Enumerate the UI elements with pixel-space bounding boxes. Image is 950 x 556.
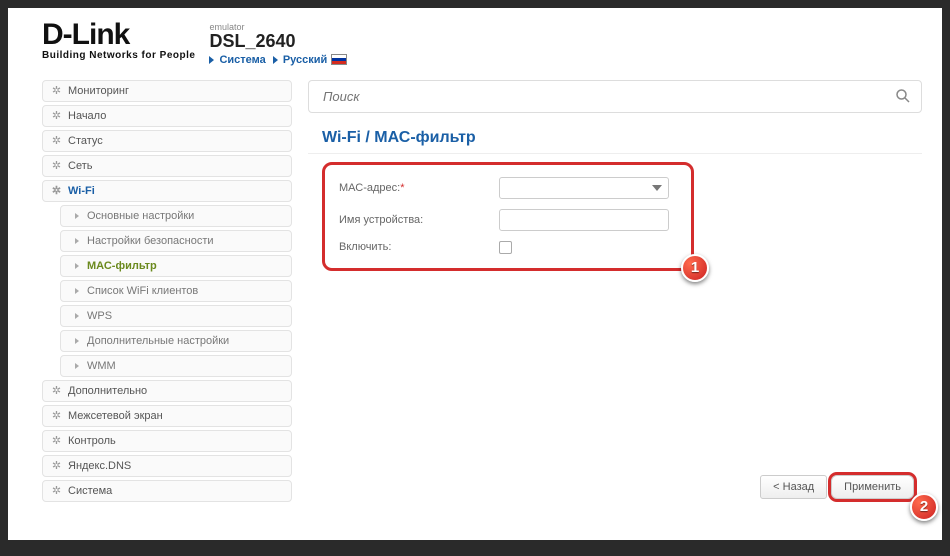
gear-icon: ✲ bbox=[51, 485, 62, 496]
back-button[interactable]: < Назад bbox=[760, 475, 827, 499]
enable-label: Включить: bbox=[339, 241, 499, 253]
enable-checkbox[interactable] bbox=[499, 241, 512, 254]
sidebar-sub-security[interactable]: Настройки безопасности bbox=[60, 230, 292, 252]
sidebar-item-label: Начало bbox=[68, 110, 106, 122]
annotation-badge-1: 1 bbox=[681, 254, 709, 282]
header: D-Link Building Networks for People emul… bbox=[18, 14, 932, 74]
gear-icon: ✲ bbox=[51, 135, 62, 146]
chevron-right-icon bbox=[75, 213, 79, 219]
apply-button[interactable]: Применить bbox=[831, 475, 914, 499]
sidebar-sub-mac-filter[interactable]: МАС-фильтр bbox=[60, 255, 292, 277]
sidebar-item-system[interactable]: ✲ Система bbox=[42, 480, 292, 502]
sidebar-item-label: Настройки безопасности bbox=[87, 235, 214, 247]
sidebar-item-wifi[interactable]: ✲ Wi-Fi bbox=[42, 180, 292, 202]
mac-address-select[interactable] bbox=[499, 177, 669, 199]
gear-icon: ✲ bbox=[51, 160, 62, 171]
sidebar-sub-wmm[interactable]: WMM bbox=[60, 355, 292, 377]
search-icon[interactable] bbox=[895, 88, 911, 104]
chevron-right-icon bbox=[75, 238, 79, 244]
sidebar-item-label: Дополнительно bbox=[68, 385, 147, 397]
logo-tagline: Building Networks for People bbox=[42, 50, 195, 61]
sidebar-item-label: Дополнительные настройки bbox=[87, 335, 229, 347]
sidebar-item-label: Межсетевой экран bbox=[68, 410, 163, 422]
sidebar-sub-basic[interactable]: Основные настройки bbox=[60, 205, 292, 227]
gear-icon: ✲ bbox=[51, 435, 62, 446]
sidebar-item-label: Яндекс.DNS bbox=[68, 460, 131, 472]
gear-icon: ✲ bbox=[51, 110, 62, 121]
chevron-right-icon bbox=[209, 56, 214, 64]
sidebar-item-label: Система bbox=[68, 485, 112, 497]
chevron-right-icon bbox=[75, 313, 79, 319]
sidebar-item-label: Список WiFi клиентов bbox=[87, 285, 198, 297]
search-bar bbox=[308, 80, 922, 113]
crumb-system[interactable]: Система bbox=[219, 54, 265, 66]
gear-icon: ✲ bbox=[51, 385, 62, 396]
sidebar-item-label: Мониторинг bbox=[68, 85, 129, 97]
sidebar-item-advanced[interactable]: ✲ Дополнительно bbox=[42, 380, 292, 402]
sidebar-item-label: WPS bbox=[87, 310, 112, 322]
sidebar-item-status[interactable]: ✲ Статус bbox=[42, 130, 292, 152]
sidebar-item-control[interactable]: ✲ Контроль bbox=[42, 430, 292, 452]
logo-text: D-Link bbox=[42, 20, 195, 50]
model-name: DSL_2640 bbox=[209, 32, 347, 52]
chevron-down-icon bbox=[652, 185, 662, 191]
footer-buttons: < Назад Применить 2 bbox=[760, 475, 914, 499]
chevron-right-icon bbox=[75, 263, 79, 269]
main-content: Wi-Fi / МАС-фильтр МАС-адрес:* Имя устро… bbox=[308, 80, 922, 505]
chevron-right-icon bbox=[273, 56, 278, 64]
search-input[interactable] bbox=[309, 81, 921, 112]
sidebar-item-label: Контроль bbox=[68, 435, 116, 447]
sidebar-item-label: Сеть bbox=[68, 160, 92, 172]
page-title: Wi-Fi / МАС-фильтр bbox=[308, 125, 922, 154]
sidebar-item-start[interactable]: ✲ Начало bbox=[42, 105, 292, 127]
sidebar-item-label: Wi-Fi bbox=[68, 185, 95, 197]
sidebar-item-label: WMM bbox=[87, 360, 116, 372]
breadcrumb: Система Русский bbox=[209, 54, 347, 66]
flag-ru-icon[interactable] bbox=[331, 54, 347, 65]
mac-filter-form: МАС-адрес:* Имя устройства: Включить: bbox=[322, 162, 694, 271]
gear-icon: ✲ bbox=[51, 85, 62, 96]
sidebar-item-yandexdns[interactable]: ✲ Яндекс.DNS bbox=[42, 455, 292, 477]
chevron-right-icon bbox=[75, 288, 79, 294]
annotation-badge-2: 2 bbox=[910, 493, 938, 521]
device-name-label: Имя устройства: bbox=[339, 214, 499, 226]
sidebar-item-firewall[interactable]: ✲ Межсетевой экран bbox=[42, 405, 292, 427]
sidebar-item-monitoring[interactable]: ✲ Мониторинг bbox=[42, 80, 292, 102]
gear-icon: ✲ bbox=[51, 185, 62, 196]
sidebar-sub-advanced[interactable]: Дополнительные настройки bbox=[60, 330, 292, 352]
sidebar-item-network[interactable]: ✲ Сеть bbox=[42, 155, 292, 177]
chevron-right-icon bbox=[75, 363, 79, 369]
gear-icon: ✲ bbox=[51, 460, 62, 471]
gear-icon: ✲ bbox=[51, 410, 62, 421]
sidebar-item-label: Основные настройки bbox=[87, 210, 194, 222]
chevron-right-icon bbox=[75, 338, 79, 344]
mac-address-label: МАС-адрес:* bbox=[339, 182, 499, 194]
sidebar-sub-clients[interactable]: Список WiFi клиентов bbox=[60, 280, 292, 302]
sidebar-item-label: Статус bbox=[68, 135, 103, 147]
logo: D-Link Building Networks for People bbox=[42, 20, 195, 61]
crumb-language[interactable]: Русский bbox=[283, 54, 327, 66]
sidebar: ✲ Мониторинг ✲ Начало ✲ Статус ✲ Сеть ✲ Wi-Fi… bbox=[42, 80, 292, 505]
sidebar-sub-wps[interactable]: WPS bbox=[60, 305, 292, 327]
sidebar-item-label: МАС-фильтр bbox=[87, 260, 157, 272]
device-name-input[interactable] bbox=[499, 209, 669, 231]
